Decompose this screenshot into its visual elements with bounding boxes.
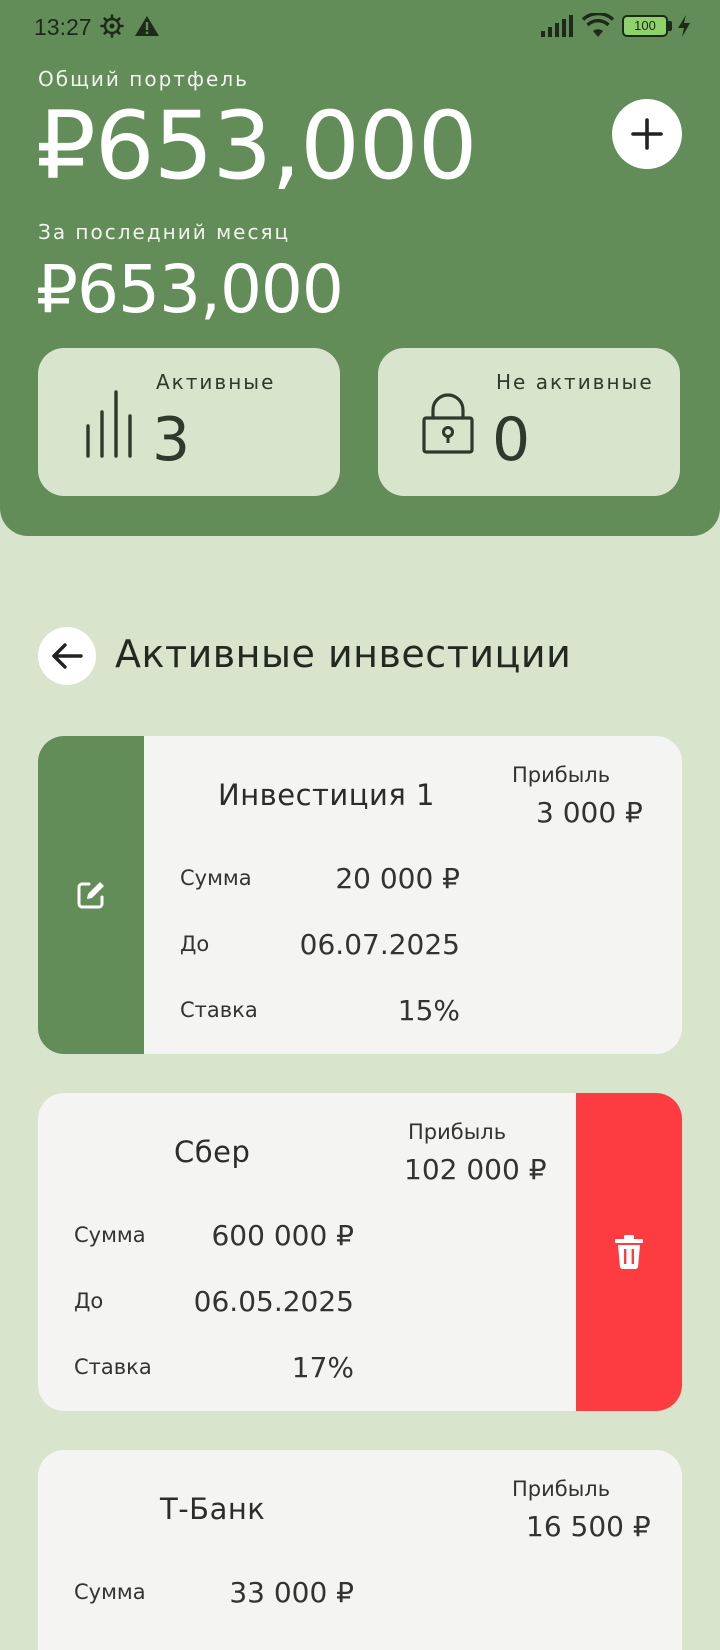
profit-value: 16 500 ₽ [526,1510,651,1543]
status-time: 13:27 [34,14,92,40]
wifi-icon [582,13,614,37]
arrow-left-icon [52,643,83,669]
rate-value: 15% [397,994,460,1027]
inactive-count: 0 [492,405,531,475]
until-value: 06.07.2025 [299,928,460,961]
section-title: Активные инвестиции [115,632,572,676]
profit-value: 3 000 ₽ [536,796,643,829]
back-button[interactable] [38,627,96,685]
profit-label: Прибыль [408,1120,507,1144]
active-label: Активные [156,370,276,394]
inactive-investments-card[interactable]: Не активные 0 [378,348,680,496]
amount-value: 33 000 ₽ [229,1576,354,1609]
investment-card[interactable]: Т-Банк Прибыль 16 500 ₽ Сумма 33 000 ₽ [38,1450,682,1650]
charging-icon [678,15,690,37]
investment-name: Т-Банк [160,1492,266,1526]
battery-tip [668,21,672,31]
rate-value: 17% [291,1351,354,1384]
last-month-label: За последний месяц [38,220,291,244]
amount-value: 600 000 ₽ [211,1219,354,1252]
rate-label: Ставка [74,1355,152,1379]
delete-button[interactable] [576,1093,682,1411]
until-label: До [180,932,210,956]
until-label: До [74,1289,104,1313]
trash-icon [615,1235,643,1270]
total-portfolio-label: Общий портфель [38,67,249,91]
edit-button[interactable] [38,736,144,1054]
rate-label: Ставка [180,998,258,1022]
add-investment-button[interactable] [612,99,682,169]
warning-icon [135,16,159,36]
status-bar: 13:27 100 [0,0,720,54]
last-month-value: ₽653,000 [36,251,344,328]
active-investments-card[interactable]: Активные 3 [38,348,340,496]
lock-icon [422,393,474,454]
investment-card[interactable]: Инвестиция 1 Прибыль 3 000 ₽ Сумма 20 00… [38,736,682,1054]
profit-label: Прибыль [512,1477,611,1501]
app-screen: 13:27 100 Общий портфель ₽653,000 За пос… [0,0,720,1650]
edit-icon [77,882,104,909]
gear-icon [100,14,124,38]
bar-chart-icon [86,390,132,458]
amount-label: Сумма [74,1223,146,1247]
portfolio-header: 13:27 100 Общий портфель ₽653,000 За пос… [0,0,720,536]
inactive-label: Не активные [496,370,654,394]
active-count: 3 [152,405,191,475]
investment-card[interactable]: Сбер Прибыль 102 000 ₽ Сумма 600 000 ₽ Д… [38,1093,682,1411]
plus-icon [631,118,663,150]
investment-name: Сбер [174,1135,251,1169]
battery-level: 100 [634,18,656,33]
amount-label: Сумма [74,1580,146,1604]
amount-label: Сумма [180,866,252,890]
signal-icon [541,15,573,37]
amount-value: 20 000 ₽ [335,862,460,895]
battery-icon: 100 [622,15,668,37]
total-portfolio-value: ₽653,000 [36,92,478,201]
investment-name: Инвестиция 1 [218,778,435,812]
profit-label: Прибыль [512,763,611,787]
until-value: 06.05.2025 [193,1285,354,1318]
profit-value: 102 000 ₽ [404,1153,547,1186]
